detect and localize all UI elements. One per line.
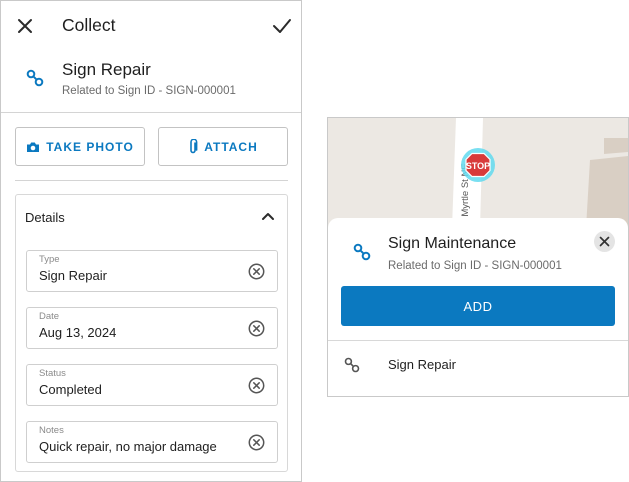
chevron-up-icon	[262, 213, 274, 220]
clear-button[interactable]	[248, 434, 265, 451]
camera-icon	[27, 142, 40, 152]
take-photo-button[interactable]: TAKE PHOTO	[15, 127, 145, 166]
link-icon	[353, 243, 371, 261]
map-view[interactable]: Myrtle St NE STOP	[328, 118, 628, 228]
clear-icon	[248, 377, 265, 394]
field-value: Sign Repair	[39, 268, 107, 283]
add-button[interactable]: ADD	[341, 286, 615, 326]
link-icon	[26, 69, 44, 87]
close-icon	[599, 236, 610, 247]
map-popup-panel: Myrtle St NE STOP Sign Maintenance Relat…	[327, 117, 629, 397]
attach-label: ATTACH	[204, 139, 258, 154]
clear-button[interactable]	[248, 263, 265, 280]
link-icon	[344, 357, 360, 373]
clear-button[interactable]	[248, 320, 265, 337]
details-header[interactable]: Details	[16, 195, 287, 239]
map-canvas: Myrtle St NE STOP	[328, 118, 628, 228]
paperclip-icon	[190, 138, 198, 153]
actions-divider	[15, 180, 288, 181]
field-label: Date	[39, 311, 60, 322]
header-divider	[1, 112, 301, 113]
details-title: Details	[25, 210, 65, 225]
popup-sheet: Sign Maintenance Related to Sign ID - SI…	[328, 218, 628, 396]
popup-title: Sign Maintenance	[388, 235, 517, 252]
field-label: Type	[39, 254, 60, 265]
close-icon	[18, 19, 32, 33]
field-value: Aug 13, 2024	[39, 325, 117, 340]
marker-label: STOP	[466, 161, 490, 171]
field-value: Completed	[39, 382, 102, 397]
clear-icon	[248, 320, 265, 337]
building	[604, 138, 628, 154]
type-field[interactable]: Type Sign Repair	[26, 250, 278, 292]
related-item-label: Sign Repair	[388, 357, 456, 372]
page-title: Collect	[62, 15, 116, 35]
clear-icon	[248, 434, 265, 451]
clear-button[interactable]	[248, 377, 265, 394]
date-field[interactable]: Date Aug 13, 2024	[26, 307, 278, 349]
related-item[interactable]: Sign Repair	[328, 341, 628, 389]
stop-sign-marker[interactable]: STOP	[461, 148, 495, 182]
clear-icon	[248, 263, 265, 280]
check-icon	[273, 19, 291, 33]
add-button-label: ADD	[463, 298, 493, 314]
feature-header: Sign Repair Related to Sign ID - SIGN-00…	[1, 51, 301, 113]
field-label: Status	[39, 368, 66, 379]
top-app-bar: Collect	[1, 1, 301, 51]
collect-form-panel: Collect Sign Repair Related to Sign ID -…	[0, 0, 302, 482]
notes-field[interactable]: Notes Quick repair, no major damage	[26, 421, 278, 463]
take-photo-label: TAKE PHOTO	[46, 139, 134, 154]
details-section: Details Type Sign Repair Date Aug 13, 20…	[15, 194, 288, 472]
attach-button[interactable]: ATTACH	[158, 127, 288, 166]
field-value: Quick repair, no major damage	[39, 439, 217, 454]
popup-subtitle: Related to Sign ID - SIGN-000001	[388, 260, 562, 272]
popup-close-button[interactable]	[594, 231, 615, 252]
close-button[interactable]	[15, 16, 35, 36]
feature-subtitle: Related to Sign ID - SIGN-000001	[62, 85, 236, 97]
field-label: Notes	[39, 425, 64, 436]
feature-title: Sign Repair	[62, 60, 151, 79]
confirm-button[interactable]	[271, 16, 293, 36]
status-field[interactable]: Status Completed	[26, 364, 278, 406]
